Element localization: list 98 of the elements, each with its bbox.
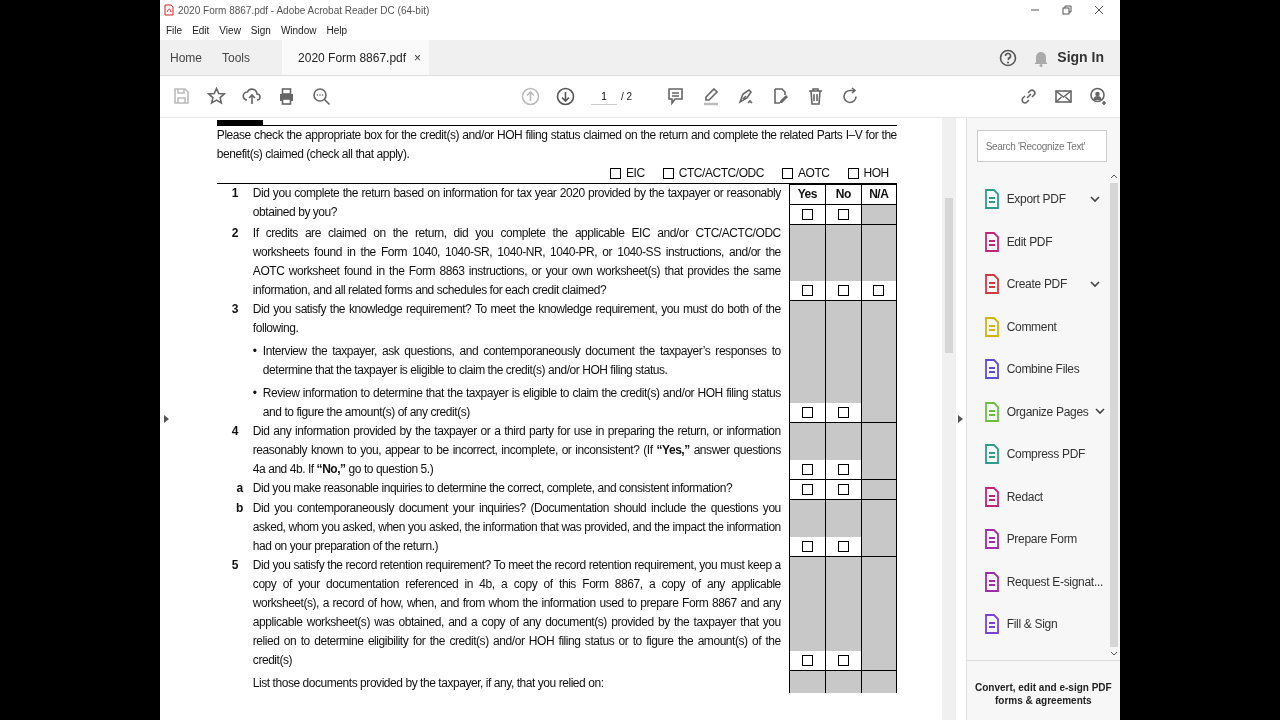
question-text: Did you contemporaneously document your inquiries? (Documentation should include the questions you asked, whom you asked, when you asked, the information that was provided, and the impact the information had on your preparation of the return.) — [252, 500, 781, 555]
link-icon[interactable] — [1019, 87, 1038, 106]
chevron-down-icon[interactable] — [1089, 280, 1100, 288]
tab[interactable]: Home — [160, 40, 212, 75]
printer-icon[interactable] — [277, 87, 296, 106]
tool-item[interactable]: Fill & Sign — [982, 603, 1108, 646]
tab-close-button[interactable]: × — [414, 48, 422, 67]
question-number: 3 — [230, 301, 239, 318]
checkbox[interactable] — [837, 655, 849, 666]
question-text: Did you satisfy the knowledge requirement? To meet the knowledge requirement, you must do both of the following. — [252, 301, 781, 337]
page-total: / 2 — [621, 90, 633, 104]
checkbox[interactable] — [801, 655, 813, 666]
tool-item[interactable]: Compress PDF — [982, 433, 1108, 476]
promo-text: Convert, edit and e-sign PDF forms & agreements — [966, 660, 1120, 720]
tool-item[interactable]: Redact — [982, 475, 1108, 518]
tab[interactable]: Tools — [212, 40, 261, 75]
tab[interactable]: 2020 Form 8867.pdf — [298, 48, 407, 67]
credit-label: EIC — [626, 165, 645, 182]
menu-item[interactable]: Sign — [250, 22, 271, 38]
menu-item[interactable]: Window — [280, 22, 317, 38]
page-number-field[interactable]: 1 — [591, 88, 617, 105]
help-icon[interactable] — [999, 48, 1018, 67]
speech-bubble-icon[interactable] — [666, 87, 686, 106]
scroll-up-icon[interactable] — [1110, 174, 1118, 179]
envelope-icon[interactable] — [1054, 87, 1073, 106]
question-number: 2 — [230, 225, 239, 242]
shaded-cell — [860, 670, 897, 693]
checkbox[interactable] — [801, 209, 813, 220]
zoom-icon[interactable] — [312, 87, 331, 106]
tool-item[interactable]: Export PDF — [982, 178, 1108, 221]
pen-icon[interactable] — [701, 87, 721, 106]
stamp-icon[interactable] — [771, 87, 791, 106]
bullet-text: Review information to determine that the taxpayer is eligible to claim the credit(s) and/or HOH filing status and to figure the amount(s) of any credit(s) — [262, 385, 781, 421]
checkbox[interactable] — [801, 464, 813, 475]
checkbox[interactable] — [781, 168, 793, 179]
checkbox[interactable] — [837, 464, 849, 475]
down-arrow-circle-icon[interactable] — [556, 87, 575, 106]
shaded-area — [789, 423, 825, 460]
restore-icon[interactable] — [1062, 5, 1072, 15]
shaded-area — [825, 423, 861, 460]
question-number: 1 — [230, 185, 239, 202]
tool-item[interactable]: Prepare Form — [982, 518, 1108, 561]
checkbox[interactable] — [837, 407, 849, 418]
question-text: If credits are claimed on the return, did you complete the applicable EIC and/or CTC/ACTC/ODC worksheets found in the Form 1040, 1040-SR, 1040-NR, 1040-PR, or 1040-SS instructions, and/or the AOTC worksheet found in the Form 8863 instructions, or your own worksheet(s) that provides the same information, and all related forms and schedules for each credit claimed? — [252, 225, 781, 299]
shaded-area — [825, 500, 861, 537]
checkbox[interactable] — [873, 285, 885, 296]
bullet-text: Interview the taxpayer, ask questions, and contemporaneously document the taxpayer’s responses to determine that the taxpayer is eligible to claim the credit(s) and/or HOH filing status. — [262, 343, 781, 379]
close-icon[interactable] — [1094, 5, 1104, 15]
tool-item[interactable]: Comment — [982, 305, 1108, 348]
shaded-area — [789, 225, 825, 281]
cloud-upload-icon[interactable] — [242, 87, 261, 106]
question-text: Did any information provided by the taxpayer or a third party for use in preparing the return, or information reasonably known to you, appear to be incorrect, incomplete, or inconsistent? (If “Yes,” answer questions 4a and 4b. If “No,” go to question 5.) — [252, 423, 781, 478]
sign-in-button[interactable]: Sign In — [1049, 40, 1120, 75]
menu-item[interactable]: View — [219, 22, 241, 38]
question-number: 5 — [230, 557, 239, 574]
search-field[interactable]: Search 'Recognize Text' — [976, 130, 1107, 162]
chevron-down-icon[interactable] — [1089, 195, 1100, 203]
checkbox[interactable] — [837, 484, 849, 495]
checkbox[interactable] — [837, 285, 849, 296]
expand-arrow-icon[interactable] — [957, 414, 965, 424]
checkbox[interactable] — [837, 541, 849, 552]
tool-item[interactable]: Create PDF — [982, 263, 1108, 306]
scroll-down-icon[interactable] — [1110, 651, 1118, 656]
credit-label: AOTC — [797, 165, 830, 182]
checkbox[interactable] — [801, 285, 813, 296]
instructions-text: Please check the appropriate box for the credit(s) and/or HOH filing status claimed on the return and complete the related Parts I–V for the benefit(s) claimed (check all that apply). — [216, 127, 897, 163]
checkbox[interactable] — [801, 407, 813, 418]
question-text: Did you make reasonable inquiries to determine the correct, complete, and consistent information? — [252, 480, 734, 497]
shaded-area — [789, 500, 825, 537]
checkbox[interactable] — [801, 541, 813, 552]
question-number: b — [234, 500, 244, 517]
window-title: 2020 Form 8867.pdf - Adobe Acrobat Reader DC (64-bit) — [178, 3, 430, 18]
checkbox[interactable] — [801, 484, 813, 495]
person-add-icon[interactable] — [1089, 87, 1108, 106]
checkbox[interactable] — [847, 168, 859, 179]
chevron-down-icon[interactable] — [1094, 408, 1105, 416]
question-text: Did you satisfy the record retention requirement? To meet the record retention requirement, you must keep a copy of your documentation referenced in 4b, a copy of this Form 8867, a copy of any applicable worksheet(s), a record of how, when, and from whom the information used to prepare Form 8867 and any applicable worksheet(s) was obtained, and a copy of any document(s) provided by the taxpayer that you relied on to determine eligibility for the credit(s) and/or HOH filing status or to figure the amount(s) of the credit(s) — [252, 557, 781, 669]
menu-item[interactable]: Edit — [192, 22, 210, 38]
credit-label: CTC/ACTC/ODC — [678, 165, 764, 182]
checkbox[interactable] — [837, 209, 849, 220]
tool-item[interactable]: Organize Pages — [982, 390, 1108, 433]
question-number: a — [235, 480, 245, 497]
credit-label: HOH — [863, 165, 889, 182]
question-text: List those documents provided by the taxpayer, if any, that you relied on: — [252, 675, 605, 692]
star-icon[interactable] — [207, 87, 226, 106]
tool-item[interactable]: Combine Files — [982, 348, 1108, 391]
expand-arrow-icon[interactable] — [163, 414, 170, 424]
question-number: 4 — [230, 423, 240, 440]
pdf-file-icon — [164, 4, 174, 16]
bullet-marker: • — [252, 343, 258, 360]
menu-item[interactable]: File — [166, 22, 183, 38]
menu-item[interactable]: Help — [326, 22, 348, 38]
checkbox[interactable] — [662, 168, 674, 179]
bullet-marker: • — [252, 385, 258, 402]
tool-item[interactable]: Edit PDF — [982, 220, 1108, 263]
tool-item[interactable]: Request E-signat... — [982, 560, 1108, 603]
question-text: Did you complete the return based on information for tax year 2020 provided by the taxpayer or reasonably obtained by you? — [252, 185, 781, 221]
checkbox[interactable] — [610, 168, 622, 179]
